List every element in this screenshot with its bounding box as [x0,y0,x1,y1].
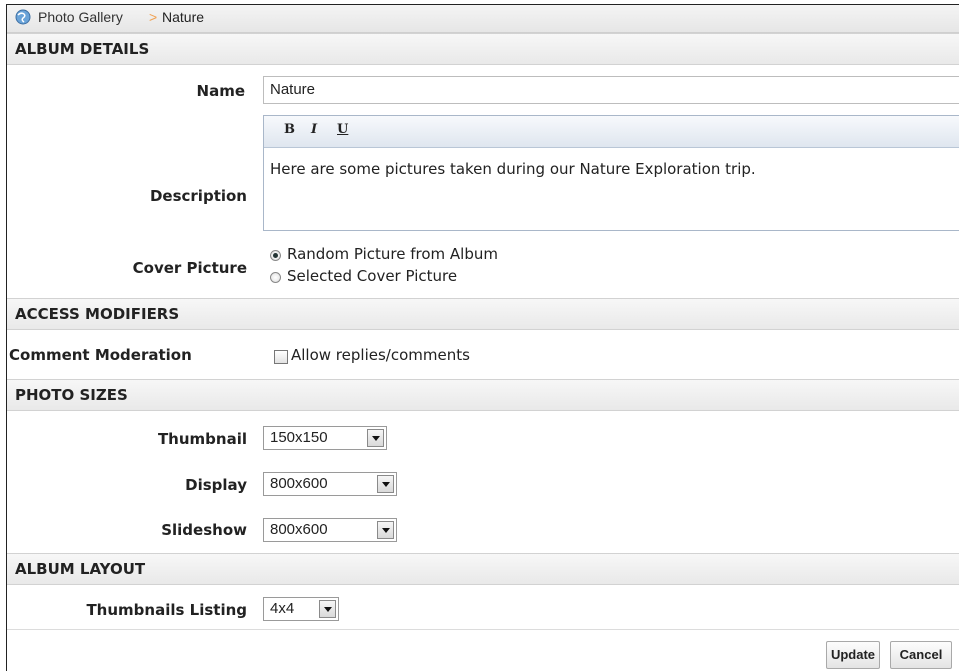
section-title: PHOTO SIZES [15,386,128,404]
thumbnails-listing-label: Thumbnails Listing [86,601,247,619]
radio-selected-cover[interactable] [270,272,281,283]
slideshow-label: Slideshow [161,521,247,539]
display-select[interactable]: 800x600 [263,472,397,496]
section-title: ACCESS MODIFIERS [15,305,180,323]
breadcrumb-root-link[interactable]: Photo Gallery [38,9,123,25]
chevron-down-icon[interactable] [367,429,384,447]
breadcrumb-current: Nature [162,9,205,25]
allow-comments-checkbox[interactable] [274,350,288,364]
thumbnail-label: Thumbnail [157,430,247,448]
bold-button[interactable]: B [284,122,295,137]
name-input[interactable]: Nature [263,76,959,104]
thumbnails-listing-select[interactable]: 4x4 [263,597,339,621]
section-photo-sizes: PHOTO SIZES [7,379,959,411]
name-label: Name [196,82,245,100]
underline-button[interactable]: U [337,122,348,137]
section-album-layout: ALBUM LAYOUT [7,553,959,585]
slideshow-select-value: 800x600 [270,521,328,538]
breadcrumb-separator: > [149,9,158,25]
display-label: Display [185,476,247,494]
section-album-details: ALBUM DETAILS [7,33,959,65]
divider [7,629,959,630]
editor-toolbar: B I U [264,116,959,148]
chevron-down-icon[interactable] [377,521,394,539]
thumbnails-listing-select-value: 4x4 [270,600,295,617]
comment-moderation-label: Comment Moderation [9,346,192,364]
thumbnail-select[interactable]: 150x150 [263,426,387,450]
thumbnail-select-value: 150x150 [270,429,328,446]
description-text[interactable]: Here are some pictures taken during our … [270,160,756,178]
section-title: ALBUM DETAILS [15,40,150,58]
display-select-value: 800x600 [270,475,328,492]
globe-icon [15,9,31,25]
chevron-down-icon[interactable] [319,600,336,618]
chevron-down-icon[interactable] [377,475,394,493]
description-label: Description [149,187,247,205]
section-access-modifiers: ACCESS MODIFIERS [7,298,959,330]
cancel-button[interactable]: Cancel [890,641,952,669]
update-button[interactable]: Update [826,641,880,669]
description-editor[interactable]: B I U Here are some pictures taken durin… [263,115,959,231]
radio-random-picture[interactable] [270,250,281,261]
radio-selected-cover-label[interactable]: Selected Cover Picture [287,267,457,285]
album-edit-panel: Photo Gallery > Nature ALBUM DETAILS Nam… [6,4,959,671]
allow-comments-label[interactable]: Allow replies/comments [291,346,470,364]
radio-random-picture-label[interactable]: Random Picture from Album [287,245,498,263]
slideshow-select[interactable]: 800x600 [263,518,397,542]
italic-button[interactable]: I [311,122,317,137]
cover-picture-label: Cover Picture [132,259,247,277]
breadcrumb: Photo Gallery > Nature [7,5,959,33]
section-title: ALBUM LAYOUT [15,560,146,578]
